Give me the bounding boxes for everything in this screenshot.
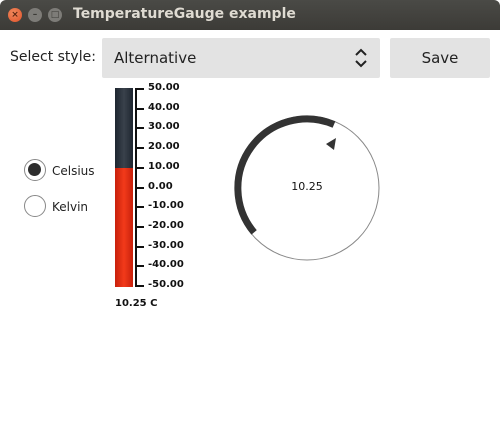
chevron-up-down-icon — [355, 48, 367, 68]
scale-tick-label: 0.00 — [148, 180, 173, 192]
gauge-pointer-icon — [326, 138, 336, 150]
thermometer-bar — [115, 88, 133, 287]
scale-tick-label: -30.00 — [148, 239, 184, 251]
scale-tick — [135, 166, 144, 169]
title-bar: × – □ TemperatureGauge example — [0, 0, 500, 30]
gauge-value: 10.25 — [291, 180, 323, 193]
scale-tick — [135, 265, 144, 268]
scale-tick-label: 10.00 — [148, 160, 180, 172]
thermometer-cold-fill — [115, 88, 133, 168]
scale-tick — [135, 225, 144, 228]
scale-tick-label: -50.00 — [148, 279, 184, 290]
scale-tick-label: 20.00 — [148, 141, 180, 153]
maximize-glyph: □ — [50, 10, 60, 20]
scale-tick — [135, 88, 144, 90]
maximize-icon[interactable]: □ — [48, 8, 62, 22]
radio-celsius-label: Celsius — [52, 164, 95, 178]
scale-tick — [135, 186, 144, 189]
close-glyph: × — [11, 10, 19, 20]
scale-tick-label: 50.00 — [148, 82, 180, 93]
radio-celsius[interactable] — [24, 159, 46, 181]
radio-kelvin[interactable] — [24, 195, 46, 217]
minimize-glyph: – — [32, 10, 38, 20]
scale-tick-label: 30.00 — [148, 121, 180, 133]
scale-tick — [135, 147, 144, 150]
temperature-readout: 10.25 C — [115, 298, 158, 309]
radio-kelvin-label: Kelvin — [52, 200, 89, 214]
scale-tick-label: -10.00 — [148, 200, 184, 212]
scale-tick-label: -20.00 — [148, 219, 184, 231]
minimize-icon[interactable]: – — [28, 8, 42, 22]
scale-tick — [135, 107, 144, 110]
scale-tick-label: -40.00 — [148, 259, 184, 271]
window-title: TemperatureGauge example — [73, 6, 296, 22]
scale-tick-label: 40.00 — [148, 101, 180, 113]
style-select-value: Alternative — [114, 49, 197, 67]
close-icon[interactable]: × — [8, 8, 22, 22]
gauge-arc — [234, 115, 336, 235]
scale-tick — [135, 285, 144, 287]
scale-tick — [135, 245, 144, 248]
scale-tick — [135, 127, 144, 130]
thermometer-hot-fill — [115, 168, 133, 287]
select-style-label: Select style: — [10, 49, 96, 65]
style-select[interactable]: Alternative — [102, 38, 380, 78]
scale-tick — [135, 206, 144, 209]
save-button[interactable]: Save — [390, 38, 490, 78]
